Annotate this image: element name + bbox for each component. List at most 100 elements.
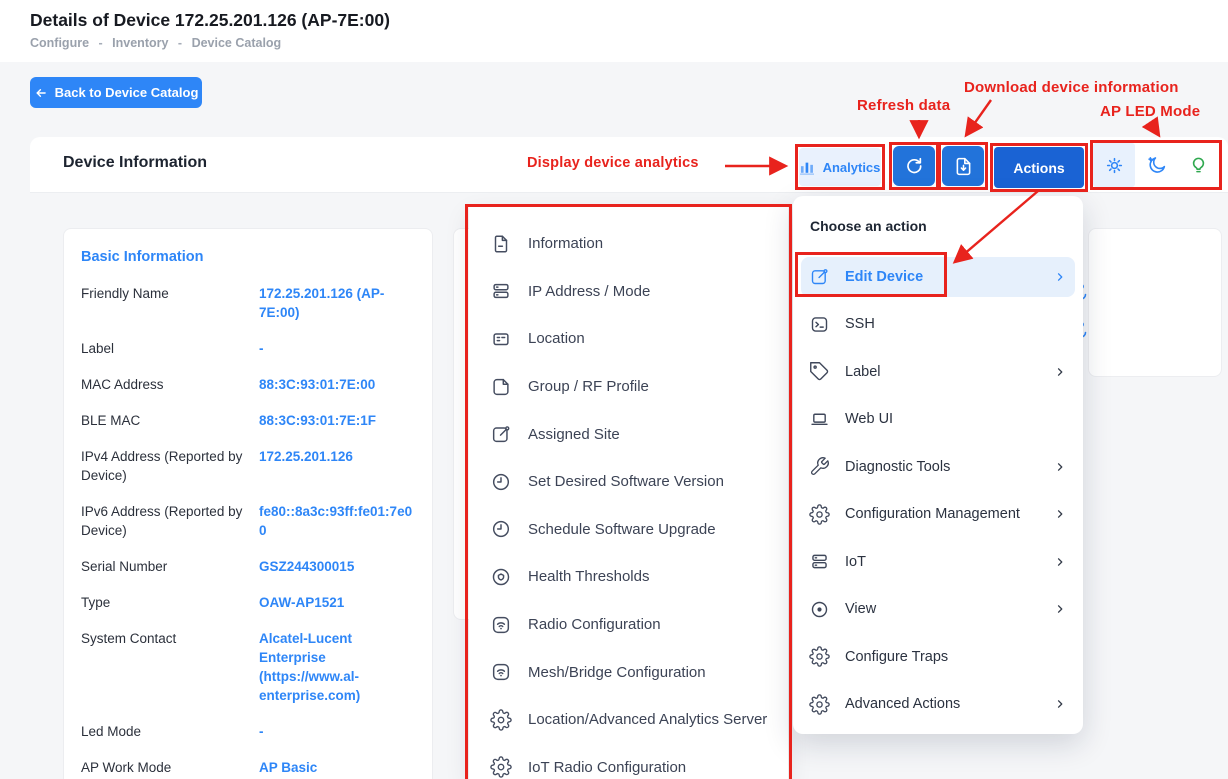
edit-menu-item-location[interactable]: Location	[469, 315, 788, 363]
file-download-icon	[953, 156, 974, 177]
server-icon	[809, 551, 830, 572]
page-icon	[490, 233, 512, 255]
led-mode-normal-button[interactable]	[1093, 143, 1135, 187]
action-item-label: SSH	[845, 316, 875, 332]
action-item-label: IoT	[845, 554, 866, 570]
annotation-download-info: Download device information	[964, 79, 1179, 96]
clock-icon	[490, 471, 512, 493]
action-item-label: Configuration Management	[845, 506, 1020, 522]
info-row-label: Label -	[81, 339, 417, 358]
info-label: System Contact	[81, 629, 259, 705]
breadcrumb-item-configure[interactable]: Configure	[30, 36, 89, 50]
actions-button[interactable]: Actions	[994, 147, 1084, 188]
annotation-display-analytics: Display device analytics	[527, 155, 699, 171]
edit-menu-item-assigned-site[interactable]: Assigned Site	[469, 410, 788, 458]
action-item-label: Edit Device	[845, 269, 923, 285]
action-item-label: Advanced Actions	[845, 696, 960, 712]
edit-device-menu: Information IP Address / Mode Location G…	[469, 207, 788, 779]
info-row-ble-mac: BLE MAC 88:3C:93:01:7E:1F	[81, 411, 417, 430]
back-button-label: Back to Device Catalog	[55, 85, 199, 100]
action-item-label[interactable]: Label	[793, 348, 1083, 396]
sun-icon	[1104, 155, 1125, 176]
download-device-information-button[interactable]	[942, 146, 984, 186]
info-value: -	[259, 722, 417, 741]
info-value: 172.25.201.126 (AP-7E:00)	[259, 284, 417, 322]
health-icon	[490, 566, 512, 588]
action-item-label: Diagnostic Tools	[845, 459, 950, 475]
chevron-right-icon	[1053, 270, 1067, 284]
menu-item-label: Schedule Software Upgrade	[528, 521, 716, 538]
partially-hidden-card	[1088, 228, 1222, 377]
edit-menu-item-health-thresholds[interactable]: Health Thresholds	[469, 553, 788, 601]
breadcrumb-item-inventory[interactable]: Inventory	[112, 36, 168, 50]
info-label: MAC Address	[81, 375, 259, 394]
menu-item-label: Information	[528, 235, 603, 252]
analytics-button-label: Analytics	[823, 160, 881, 175]
refresh-icon	[904, 156, 924, 176]
menu-item-label: Group / RF Profile	[528, 378, 649, 395]
basic-information-card: Basic Information Friendly Name 172.25.2…	[63, 228, 433, 779]
action-item-configure-traps[interactable]: Configure Traps	[793, 633, 1083, 681]
info-row-ipv6-address-reported-by-device: IPv6 Address (Reported by Device) fe80::…	[81, 502, 417, 540]
info-row-led-mode: Led Mode -	[81, 722, 417, 741]
action-item-web-ui[interactable]: Web UI	[793, 396, 1083, 444]
edit-menu-item-group-rf-profile[interactable]: Group / RF Profile	[469, 363, 788, 411]
menu-item-label: Location	[528, 330, 585, 347]
action-item-iot[interactable]: IoT	[793, 538, 1083, 586]
led-mode-blink-button[interactable]	[1177, 143, 1219, 187]
chevron-right-icon	[1053, 602, 1067, 616]
led-mode-night-button[interactable]	[1135, 143, 1177, 187]
action-item-advanced-actions[interactable]: Advanced Actions	[793, 681, 1083, 729]
edit-menu-item-schedule-software-upgrade[interactable]: Schedule Software Upgrade	[469, 506, 788, 554]
edit-menu-item-set-desired-software-version[interactable]: Set Desired Software Version	[469, 458, 788, 506]
back-to-device-catalog-button[interactable]: Back to Device Catalog	[30, 77, 202, 108]
gear-icon	[809, 694, 830, 715]
info-label: IPv6 Address (Reported by Device)	[81, 502, 259, 540]
info-label: Type	[81, 593, 259, 612]
edit-menu-item-information[interactable]: Information	[469, 220, 788, 268]
breadcrumb-item-device-catalog[interactable]: Device Catalog	[192, 36, 282, 50]
edit-menu-item-radio-configuration[interactable]: Radio Configuration	[469, 601, 788, 649]
info-label: Led Mode	[81, 722, 259, 741]
menu-item-label: Location/Advanced Analytics Server	[528, 711, 767, 728]
gear-icon	[809, 504, 830, 525]
device-details-page: Details of Device 172.25.201.126 (AP-7E:…	[0, 0, 1228, 779]
action-item-edit-device[interactable]: Edit Device	[801, 257, 1075, 297]
action-item-view[interactable]: View	[793, 586, 1083, 634]
analytics-button[interactable]: Analytics	[799, 148, 881, 186]
menu-item-label: IP Address / Mode	[528, 283, 650, 300]
action-item-ssh[interactable]: SSH	[793, 301, 1083, 349]
info-value: 172.25.201.126	[259, 447, 417, 485]
edit-menu-item-mesh-bridge-configuration[interactable]: Mesh/Bridge Configuration	[469, 648, 788, 696]
info-row-system-contact: System Contact Alcatel-Lucent Enterprise…	[81, 629, 417, 705]
breadcrumb-separator: -	[99, 36, 103, 50]
info-row-ipv4-address-reported-by-device: IPv4 Address (Reported by Device) 172.25…	[81, 447, 417, 485]
info-value: 88:3C:93:01:7E:00	[259, 375, 417, 394]
info-value: AP Basic	[259, 758, 417, 777]
terminal-icon	[809, 314, 830, 335]
wrench-icon	[809, 456, 830, 477]
menu-item-label: Health Thresholds	[528, 568, 649, 585]
page-header: Details of Device 172.25.201.126 (AP-7E:…	[0, 0, 1228, 62]
moon-icon	[1146, 155, 1167, 176]
info-value: fe80::8a3c:93ff:fe01:7e00	[259, 502, 417, 540]
action-item-configuration-management[interactable]: Configuration Management	[793, 491, 1083, 539]
info-row-friendly-name: Friendly Name 172.25.201.126 (AP-7E:00)	[81, 284, 417, 322]
info-value: Alcatel-Lucent Enterprise (https://www.a…	[259, 629, 417, 705]
annotation-ap-led-mode: AP LED Mode	[1100, 103, 1200, 120]
menu-item-label: IoT Radio Configuration	[528, 759, 686, 776]
breadcrumb-separator: -	[178, 36, 182, 50]
info-row-mac-address: MAC Address 88:3C:93:01:7E:00	[81, 375, 417, 394]
info-row-serial-number: Serial Number GSZ244300015	[81, 557, 417, 576]
action-item-diagnostic-tools[interactable]: Diagnostic Tools	[793, 443, 1083, 491]
info-label: Serial Number	[81, 557, 259, 576]
action-item-label: Web UI	[845, 411, 893, 427]
refresh-button[interactable]	[893, 146, 935, 186]
eye-icon	[809, 599, 830, 620]
page-title: Details of Device 172.25.201.126 (AP-7E:…	[30, 10, 390, 31]
edit-menu-item-iot-radio-configuration[interactable]: IoT Radio Configuration	[469, 744, 788, 779]
edit-menu-item-location-advanced-analytics-server[interactable]: Location/Advanced Analytics Server	[469, 696, 788, 744]
action-item-label: Label	[845, 364, 880, 380]
edit-menu-item-ip-address-mode[interactable]: IP Address / Mode	[469, 268, 788, 316]
info-value: OAW-AP1521	[259, 593, 417, 612]
